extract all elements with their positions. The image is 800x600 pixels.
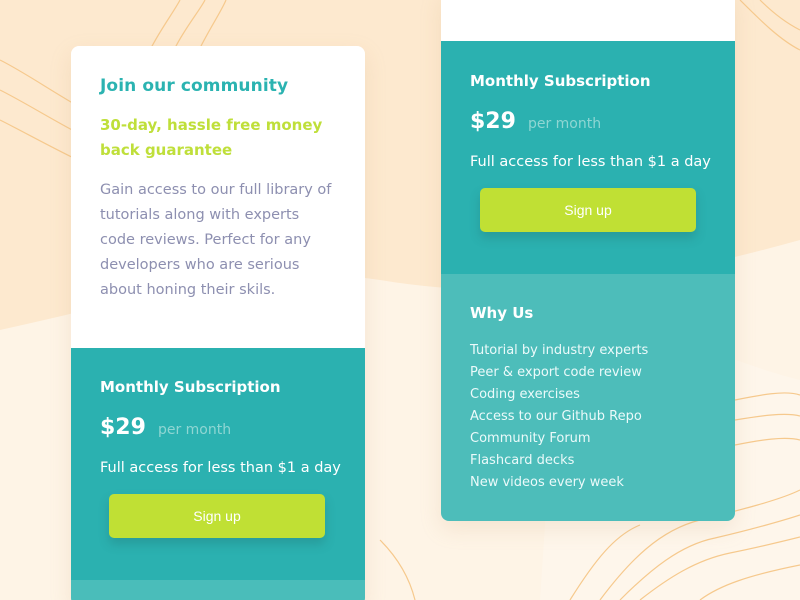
- price: $29: [100, 415, 146, 440]
- price: $29: [470, 109, 516, 134]
- why-us-section: Why Us Tutorial by industry experts Peer…: [441, 274, 735, 521]
- guarantee-text: 30-day, hassle free money back guarantee: [100, 116, 323, 159]
- price-period: per month: [157, 422, 232, 438]
- access-text: Full access for less than $1 a day: [100, 460, 341, 476]
- list-item: Flashcard decks: [470, 453, 575, 468]
- why-us-list: Tutorial by industry experts Peer & expo…: [470, 340, 735, 494]
- community-section: Join our community 30-day, hassle free m…: [71, 46, 365, 348]
- list-item: Peer & export code review: [470, 365, 642, 380]
- right-pricing-card: Monthly Subscription $29 per month Full …: [441, 0, 735, 521]
- subscription-title: Monthly Subscription: [470, 72, 651, 90]
- subscription-section: Monthly Subscription $29 per month Full …: [441, 41, 735, 274]
- price-row: $29 per month: [100, 415, 365, 440]
- why-us-section-partial: [71, 580, 365, 600]
- sign-up-button[interactable]: Sign up: [480, 188, 696, 232]
- community-section-partial: [441, 0, 735, 41]
- why-us-title: Why Us: [470, 304, 534, 322]
- sign-up-button[interactable]: Sign up: [109, 494, 325, 538]
- left-pricing-card: Join our community 30-day, hassle free m…: [71, 46, 365, 600]
- price-period: per month: [527, 116, 602, 132]
- community-title: Join our community: [100, 76, 289, 96]
- list-item: Community Forum: [470, 431, 591, 446]
- list-item: Access to our Github Repo: [470, 409, 642, 424]
- community-description: Gain access to our full library of tutor…: [100, 182, 332, 298]
- list-item: Tutorial by industry experts: [470, 343, 649, 358]
- subscription-section: Monthly Subscription $29 per month Full …: [71, 348, 365, 580]
- list-item: Coding exercises: [470, 387, 580, 402]
- price-row: $29 per month: [470, 109, 735, 134]
- access-text: Full access for less than $1 a day: [470, 154, 711, 170]
- list-item: New videos every week: [470, 475, 624, 490]
- subscription-title: Monthly Subscription: [100, 378, 281, 396]
